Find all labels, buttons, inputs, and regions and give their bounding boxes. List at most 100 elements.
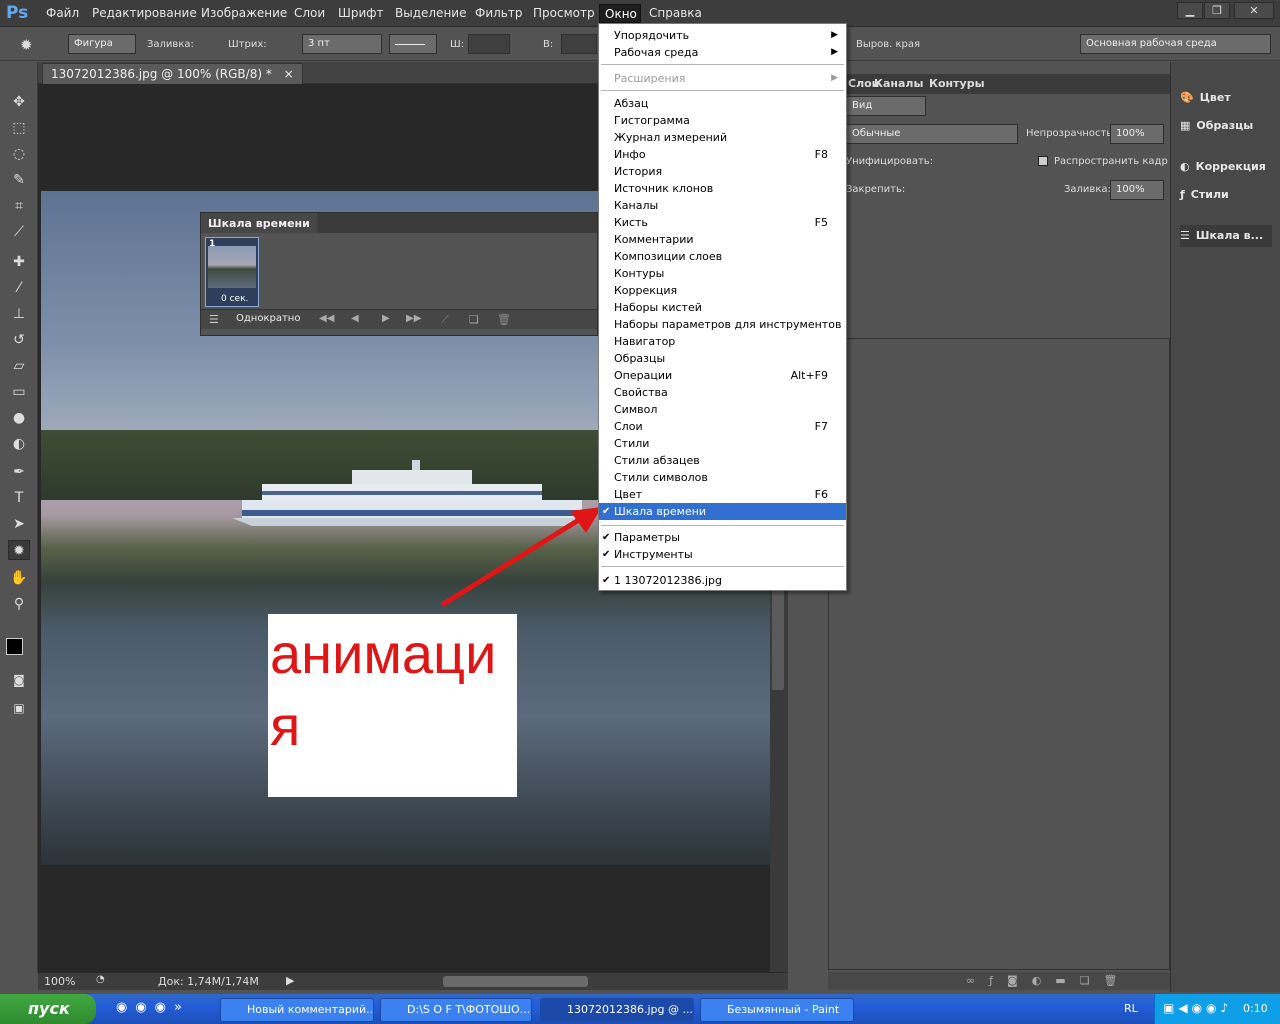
height-input[interactable]: [561, 34, 597, 54]
menu-item[interactable]: Образцы: [599, 350, 846, 367]
propagate-frame-checkbox[interactable]: [1038, 156, 1048, 166]
workspace-select[interactable]: Основная рабочая среда: [1080, 34, 1271, 54]
tray-icons[interactable]: ▣◀◉◉♪: [1163, 1001, 1232, 1015]
restore-icon[interactable]: ❐: [1204, 2, 1230, 19]
menu-file[interactable]: Файл: [46, 6, 79, 20]
menu-item[interactable]: Стили символов: [599, 469, 846, 486]
menu-item[interactable]: Комментарии: [599, 231, 846, 248]
taskbar-opera[interactable]: Новый комментарий...: [220, 998, 374, 1022]
menu-item[interactable]: Источник клонов: [599, 180, 846, 197]
pen-tool-icon[interactable]: ✒: [8, 462, 30, 482]
menu-filter[interactable]: Фильтр: [475, 6, 522, 20]
fill-opacity-input[interactable]: 100%: [1110, 180, 1164, 200]
tab-paths[interactable]: Контуры: [929, 77, 985, 90]
start-button[interactable]: пуск: [0, 994, 96, 1024]
menu-item[interactable]: Наборы кистей: [599, 299, 846, 316]
menu-layers[interactable]: Слои: [294, 6, 325, 20]
blur-tool-icon[interactable]: ●: [8, 408, 30, 428]
menu-item[interactable]: Журнал измерений: [599, 129, 846, 146]
loop-select[interactable]: Однократно: [236, 313, 300, 324]
quick-mask-icon[interactable]: ◙: [8, 670, 30, 690]
close-tab-icon[interactable]: ×: [284, 67, 294, 81]
menu-view[interactable]: Просмотр: [533, 6, 595, 20]
menu-item[interactable]: Инфо F8: [599, 146, 846, 163]
history-brush-tool-icon[interactable]: ↺: [8, 330, 30, 350]
menu-item[interactable]: Кисть F5: [599, 214, 846, 231]
horizontal-scrollbar-thumb[interactable]: [443, 976, 588, 987]
menu-item[interactable]: Стили: [599, 435, 846, 452]
taskbar-explorer[interactable]: D:\S O F T\ФОТОШО...: [380, 998, 532, 1022]
healing-brush-tool-icon[interactable]: ✚: [8, 252, 30, 272]
opacity-input[interactable]: 100%: [1110, 124, 1164, 144]
menu-item-recent-document[interactable]: ✔ 1 13072012386.jpg: [599, 572, 846, 589]
document-tab[interactable]: 13072012386.jpg @ 100% (RGB/8) * ×: [42, 63, 303, 84]
menu-help[interactable]: Справка: [649, 6, 702, 20]
dock-adjustments[interactable]: ◐ Коррекция: [1180, 156, 1266, 178]
next-frame-icon[interactable]: ▶▶: [406, 313, 421, 324]
status-info-icon[interactable]: ◔: [96, 974, 105, 985]
menu-item[interactable]: История: [599, 163, 846, 180]
screen-mode-icon[interactable]: ▣: [8, 698, 30, 718]
eyedropper-tool-icon[interactable]: ⟋: [8, 222, 30, 242]
blend-mode-select[interactable]: Обычные: [846, 124, 1018, 144]
lasso-tool-icon[interactable]: ◌: [8, 144, 30, 164]
quick-launch-icons[interactable]: ◉◉◉»: [116, 1000, 190, 1015]
crop-tool-icon[interactable]: ⌗: [8, 196, 30, 216]
dock-color[interactable]: 🎨 Цвет: [1180, 87, 1231, 109]
tween-icon[interactable]: ⟋: [441, 313, 449, 327]
taskbar-photoshop[interactable]: 13072012386.jpg @ ...: [540, 998, 694, 1022]
menu-select[interactable]: Выделение: [395, 6, 466, 20]
layer-filter-select[interactable]: Вид: [846, 96, 926, 116]
menu-type[interactable]: Шрифт: [338, 6, 384, 20]
stroke-width-input[interactable]: 3 пт: [302, 34, 382, 54]
taskbar-paint[interactable]: Безымянный - Paint: [700, 998, 854, 1022]
brush-tool-icon[interactable]: ⁄: [8, 278, 30, 298]
tab-channels[interactable]: Каналы: [874, 77, 923, 90]
menu-item[interactable]: Цвет F6: [599, 486, 846, 503]
minimize-icon[interactable]: ▁: [1177, 2, 1203, 19]
path-select-tool-icon[interactable]: ➤: [8, 514, 30, 534]
layers-list[interactable]: [828, 338, 1170, 970]
menu-item-arrange[interactable]: Упорядочить ▶: [599, 27, 846, 44]
menu-item[interactable]: Контуры: [599, 265, 846, 282]
dock-styles[interactable]: ƒ Стили: [1180, 184, 1229, 206]
play-icon[interactable]: ▶: [382, 313, 390, 324]
menu-edit[interactable]: Редактирование: [92, 6, 197, 20]
menu-item-tools[interactable]: ✔ Инструменты: [599, 546, 846, 563]
eraser-tool-icon[interactable]: ▱: [8, 356, 30, 376]
menu-item[interactable]: Свойства: [599, 384, 846, 401]
menu-item[interactable]: Символ: [599, 401, 846, 418]
zoom-tool-icon[interactable]: ⚲: [8, 594, 30, 614]
menu-item[interactable]: Навигатор: [599, 333, 846, 350]
close-icon[interactable]: ✕: [1234, 2, 1274, 19]
custom-shape-tool-icon[interactable]: ✹: [20, 36, 42, 54]
menu-item[interactable]: Стили абзацев: [599, 452, 846, 469]
status-menu-icon[interactable]: ▶: [286, 974, 294, 987]
menu-item[interactable]: Гистограмма: [599, 112, 846, 129]
gradient-tool-icon[interactable]: ▭: [8, 382, 30, 402]
menu-item-workspace[interactable]: Рабочая среда ▶: [599, 44, 846, 61]
menu-window[interactable]: Окно: [599, 4, 641, 23]
stroke-type-select[interactable]: [389, 34, 437, 54]
menu-image[interactable]: Изображение: [201, 6, 287, 20]
dock-timeline[interactable]: ☰ Шкала в...: [1180, 225, 1272, 247]
hand-tool-icon[interactable]: ✋: [8, 568, 30, 588]
menu-item[interactable]: Абзац: [599, 95, 846, 112]
first-frame-icon[interactable]: ◀◀: [319, 313, 334, 324]
stamp-tool-icon[interactable]: ⊥: [8, 304, 30, 324]
dodge-tool-icon[interactable]: ◐: [8, 434, 30, 454]
menu-item[interactable]: Наборы параметров для инструментов: [599, 316, 846, 333]
menu-item[interactable]: Операции Alt+F9: [599, 367, 846, 384]
marquee-tool-icon[interactable]: ⬚: [8, 118, 30, 138]
new-frame-icon[interactable]: ❏: [469, 313, 479, 326]
zoom-level[interactable]: 100%: [44, 975, 75, 988]
type-tool-icon[interactable]: T: [8, 488, 30, 508]
custom-shape-tool-icon[interactable]: ✹: [8, 540, 30, 560]
convert-timeline-icon[interactable]: ☰: [209, 313, 219, 326]
menu-item[interactable]: Каналы: [599, 197, 846, 214]
width-input[interactable]: [468, 34, 510, 54]
quick-select-tool-icon[interactable]: ✎: [8, 170, 30, 190]
move-tool-icon[interactable]: ✥: [8, 92, 30, 112]
menu-item[interactable]: Композиции слоев: [599, 248, 846, 265]
foreground-color-swatch[interactable]: [6, 638, 23, 655]
